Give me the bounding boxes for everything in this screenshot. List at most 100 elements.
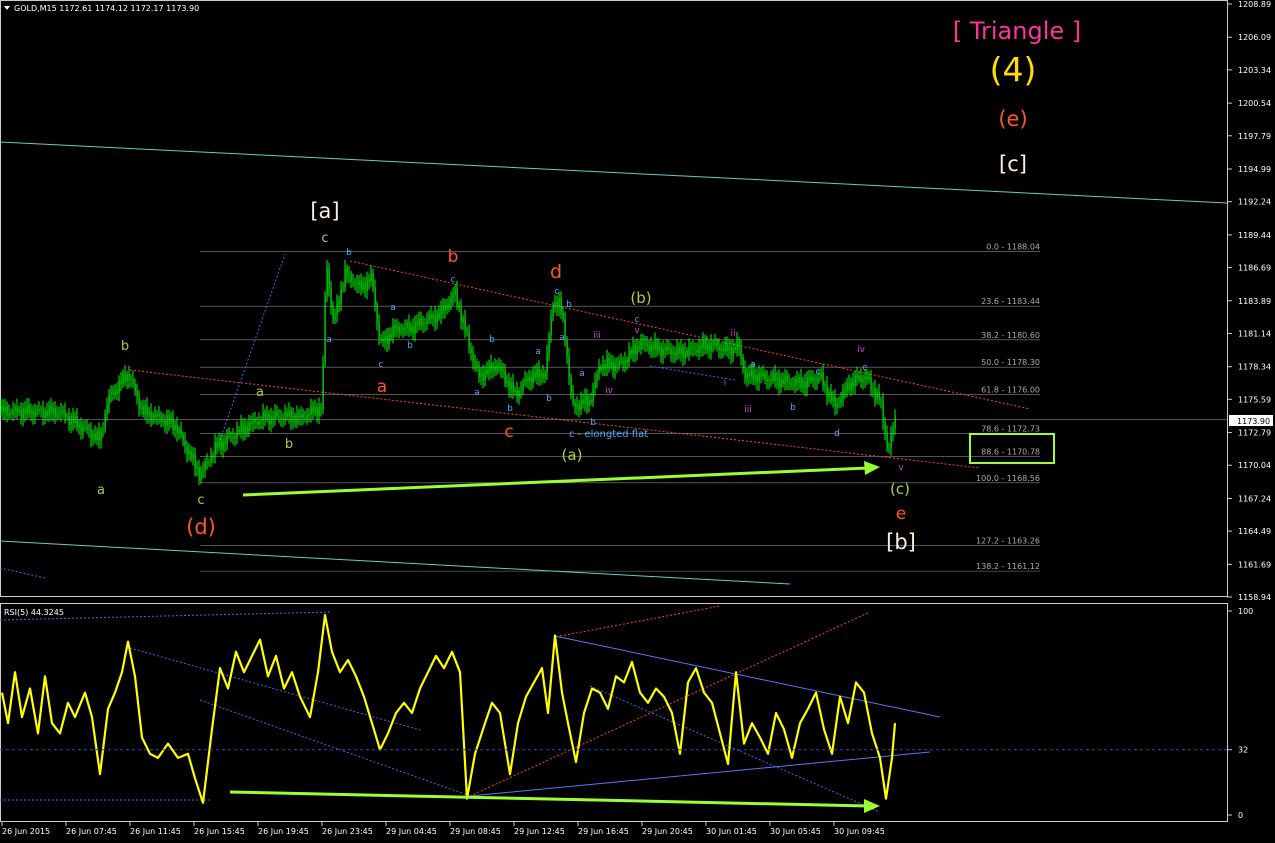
candle-body xyxy=(794,379,796,386)
candle-body xyxy=(518,390,520,397)
candle-body xyxy=(146,405,148,416)
candle-body xyxy=(250,422,252,424)
candle-body xyxy=(406,322,408,328)
price-tick-label: 1203.34 xyxy=(1238,66,1271,75)
candle-body xyxy=(158,414,160,417)
candle-body xyxy=(602,363,604,371)
candle-body xyxy=(12,410,14,414)
candle-body xyxy=(182,435,184,441)
candle-body xyxy=(850,380,852,391)
candle-body xyxy=(262,411,264,422)
wave-label: b xyxy=(346,248,352,258)
candle-body xyxy=(368,278,370,282)
candle-body xyxy=(336,301,338,316)
wave-label: a xyxy=(559,333,565,343)
candle-body xyxy=(688,346,690,355)
candle-body xyxy=(378,322,380,338)
candle-body xyxy=(302,414,304,419)
candle-body xyxy=(394,325,396,330)
candle-body xyxy=(866,376,868,380)
candle-body xyxy=(752,369,754,381)
candle-body xyxy=(156,414,158,417)
rsi-dotted-line xyxy=(589,685,881,813)
candle-body xyxy=(44,411,46,418)
candle-body xyxy=(8,412,10,416)
symbol-header: GOLD,M15 1172.61 1174.12 1172.17 1173.90 xyxy=(14,4,199,13)
candle-body xyxy=(808,377,810,381)
candle-body xyxy=(110,392,112,395)
fibonacci-grid: 0.0 - 1188.04 23.6 - 1183.44 38.2 - 1180.6… xyxy=(200,243,1040,572)
wave-label: v xyxy=(898,463,904,473)
price-tick-label: 1183.89 xyxy=(1238,297,1271,306)
candle-body xyxy=(852,380,854,387)
candle-body xyxy=(80,424,82,432)
rsi-dotted-line xyxy=(199,699,471,797)
candle-body xyxy=(70,415,72,425)
candle-body xyxy=(536,368,538,378)
candle-body xyxy=(678,346,680,354)
time-tick-label: 29 Jun 20:45 xyxy=(642,827,693,836)
price-tick-label: 1186.69 xyxy=(1238,264,1271,273)
blue-dotted-line xyxy=(649,365,736,381)
candle-body xyxy=(176,424,178,434)
wave-label: a xyxy=(326,335,332,345)
candle-body xyxy=(634,344,636,354)
time-tick-label: 29 Jun 12:45 xyxy=(514,827,565,836)
candle-body xyxy=(142,406,144,415)
candle-body xyxy=(92,433,94,439)
candle-body xyxy=(764,373,766,379)
candle-body xyxy=(498,365,500,367)
candle-body xyxy=(388,333,390,344)
candle-body xyxy=(290,410,292,422)
candle-body xyxy=(228,434,230,437)
time-tick-label: 29 Jun 16:45 xyxy=(578,827,629,836)
candle-body xyxy=(370,273,372,282)
candle-body xyxy=(256,422,258,425)
candle-body xyxy=(410,326,412,332)
candle-body xyxy=(864,376,866,381)
candle-body xyxy=(38,409,40,411)
candle-body xyxy=(170,418,172,424)
candle-body xyxy=(818,377,820,379)
candle-body xyxy=(554,302,556,308)
candle-body xyxy=(346,268,348,276)
candle-body xyxy=(666,346,668,351)
candle-body xyxy=(712,342,714,346)
candle-body xyxy=(456,288,458,306)
candle-body xyxy=(218,440,220,448)
wave-label: b xyxy=(407,341,413,351)
candle-body xyxy=(834,396,836,408)
candle-body xyxy=(820,372,822,378)
price-tick-label: 1172.79 xyxy=(1238,429,1271,438)
wave-label: b xyxy=(790,403,796,413)
candle-body xyxy=(104,414,106,431)
dropdown-icon[interactable] xyxy=(4,6,10,10)
wave-label: iv xyxy=(857,345,866,355)
candle-body xyxy=(194,454,196,469)
candle-body xyxy=(426,320,428,324)
candle-body xyxy=(264,411,266,420)
price-tick-label: 1164.49 xyxy=(1238,527,1271,536)
candle-body xyxy=(136,390,138,397)
candle-body xyxy=(364,283,366,291)
candle-body xyxy=(144,405,146,415)
candle-body xyxy=(14,406,16,411)
candle-body xyxy=(836,403,838,408)
candle-body xyxy=(522,383,524,390)
wave-label: b xyxy=(507,404,513,414)
candle-body xyxy=(416,321,418,326)
candle-body xyxy=(236,429,238,439)
candle-body xyxy=(586,395,588,406)
candle-body xyxy=(838,402,840,404)
candle-body xyxy=(442,305,444,311)
candle-body xyxy=(208,461,210,463)
wave-c-bracket-label: [c] xyxy=(999,152,1027,176)
candle-body xyxy=(788,381,790,383)
candle-body xyxy=(422,323,424,326)
candle-body xyxy=(842,389,844,400)
candle-body xyxy=(718,346,720,351)
candle-body xyxy=(612,361,614,371)
candle-body xyxy=(846,382,848,391)
fib-level-label: 38.2 - 1180.60 xyxy=(981,331,1040,340)
candle-body xyxy=(356,282,358,286)
